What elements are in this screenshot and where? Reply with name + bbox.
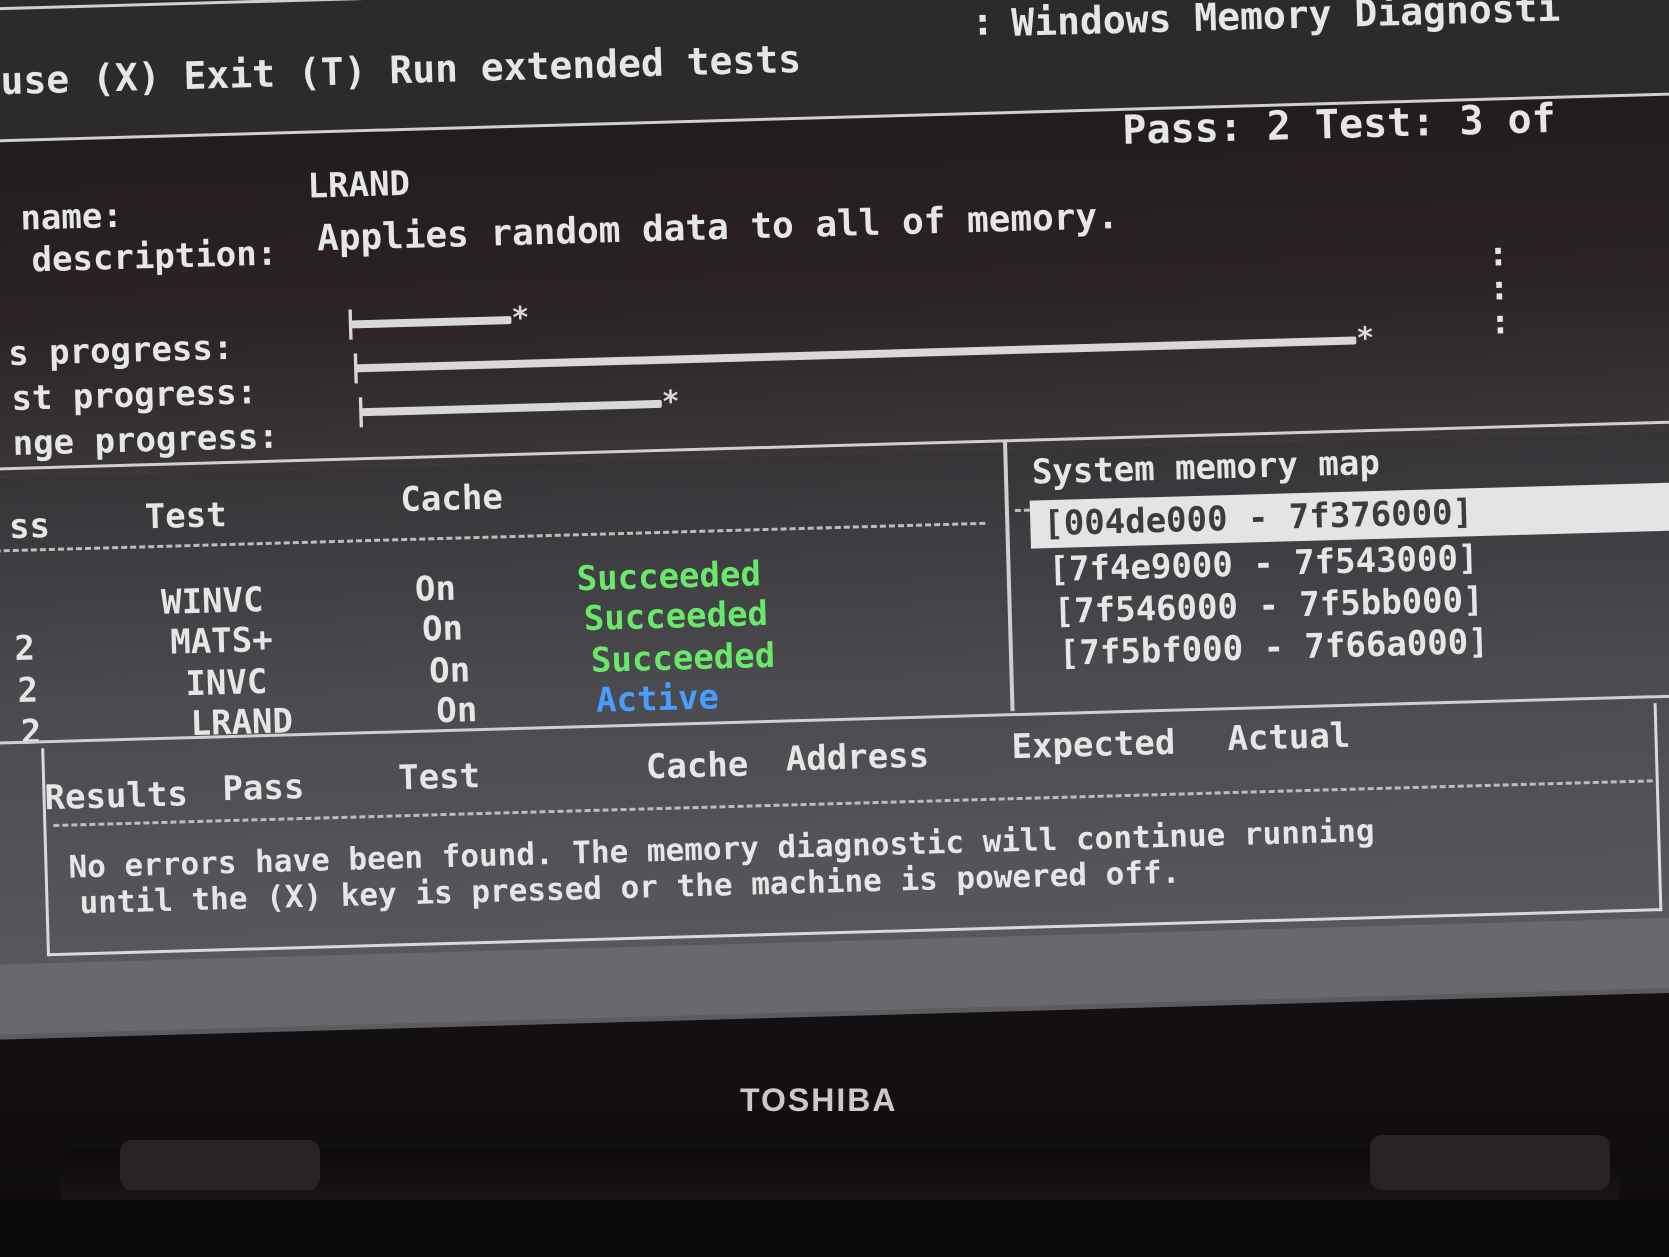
tests-row-3-test: INVC: [184, 661, 268, 705]
range-progress-label: nge progress:: [12, 416, 280, 464]
tests-row-1-cache: On: [414, 568, 457, 610]
tests-header-pass: ss: [8, 505, 51, 548]
pass-progress-marker: *: [510, 300, 530, 337]
tests-row-4-status: Active: [595, 677, 720, 721]
tests-row-4-cache: On: [435, 690, 478, 732]
hinge-left: [120, 1140, 320, 1190]
test-progress-marker: *: [1355, 320, 1375, 357]
laptop-brand-logo: TOSHIBA: [740, 1082, 898, 1118]
tests-row-1-test: WINVC: [160, 580, 265, 623]
tests-row-3-status: Succeeded: [590, 635, 776, 681]
hinge-right: [1370, 1135, 1610, 1190]
tests-header-cache: Cache: [399, 477, 504, 521]
test-description-label: description:: [31, 233, 278, 281]
tests-row-2-status: Succeeded: [583, 593, 769, 640]
tests-row-2-test: MATS+: [169, 619, 274, 663]
tests-row-2-pass: 2: [13, 628, 36, 670]
header-separator: :: [970, 0, 995, 45]
tests-row-2-cache: On: [421, 608, 464, 650]
test-name-value: LRAND: [307, 163, 411, 207]
tests-row-1-status: Succeeded: [576, 554, 762, 600]
tests-row-4-pass: 2: [20, 712, 42, 753]
memory-diagnostic-screen: use (X) Exit (T) Run extended tests : Wi…: [0, 0, 1669, 1040]
photo: use (X) Exit (T) Run extended tests : Wi…: [0, 0, 1669, 1257]
range-progress-marker: *: [661, 384, 681, 420]
pass-progress-label: s progress:: [7, 327, 234, 375]
progress-right-edge: :::: [1487, 234, 1511, 343]
laptop-base: [0, 1200, 1669, 1257]
test-name-label: name:: [19, 195, 124, 239]
tests-row-3-pass: 2: [17, 670, 39, 711]
test-progress-label: st progress:: [10, 372, 258, 419]
tests-row-3-cache: On: [428, 650, 471, 692]
tests-header-test: Test: [144, 495, 228, 538]
